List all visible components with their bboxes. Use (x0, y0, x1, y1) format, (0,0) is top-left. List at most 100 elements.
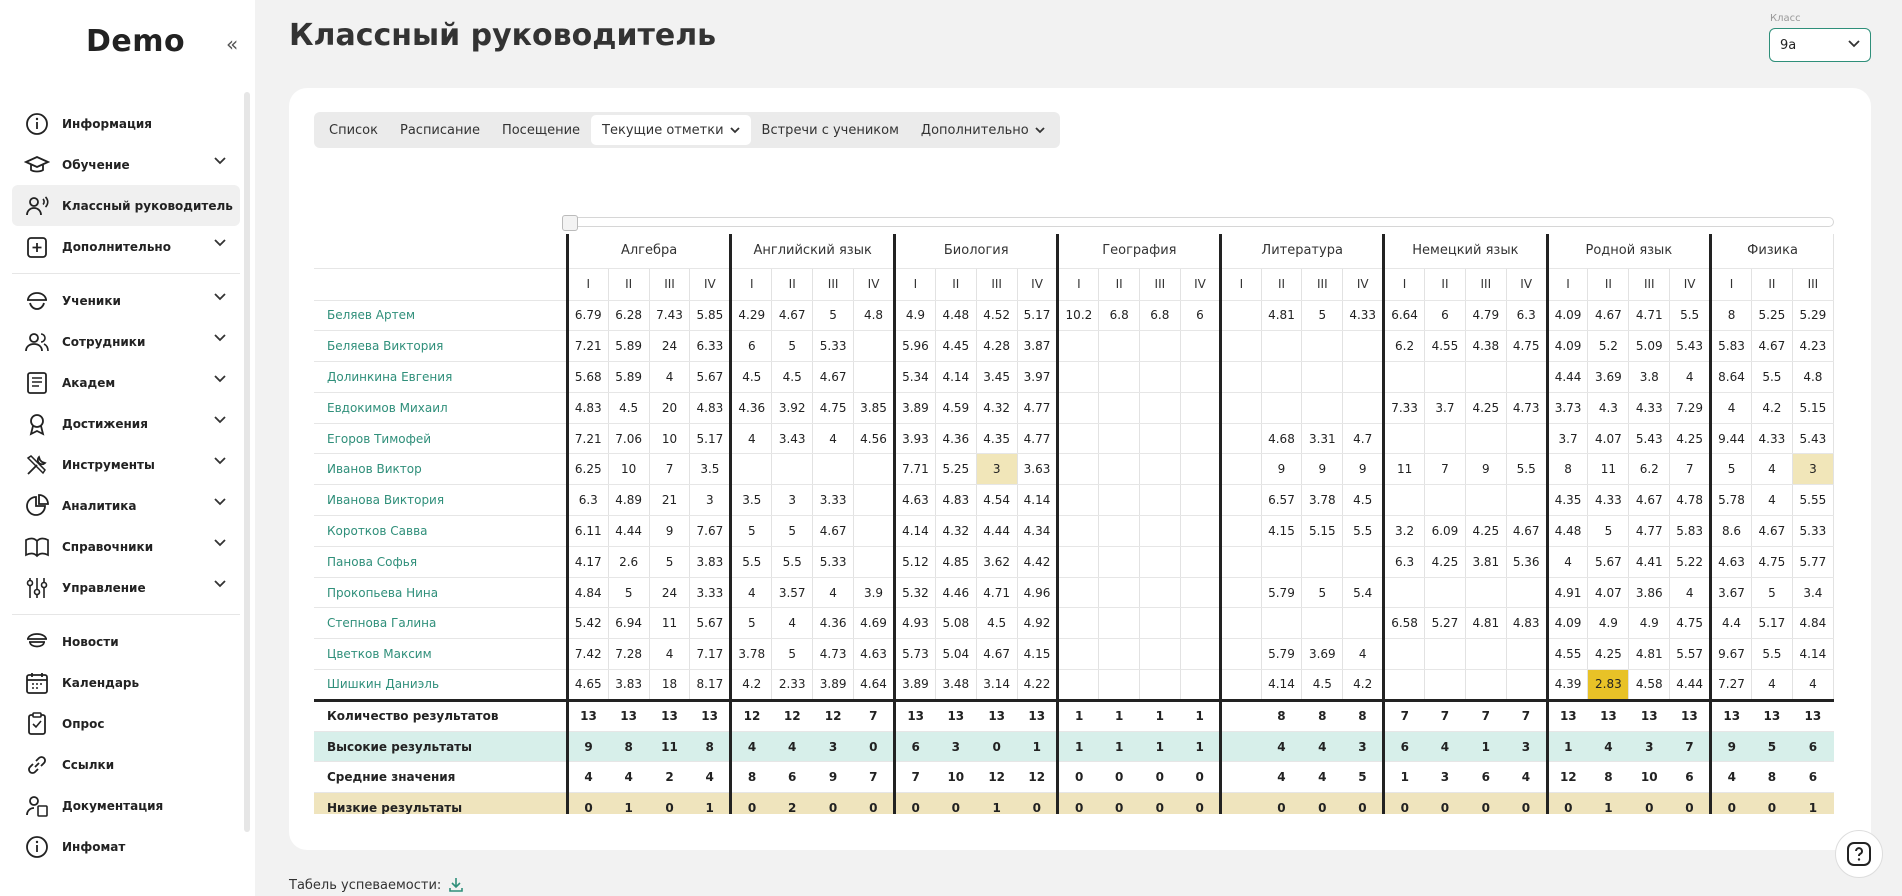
grade-cell[interactable]: 4 (1669, 361, 1712, 393)
grade-cell[interactable]: 7 (1424, 453, 1466, 486)
grade-cell[interactable] (1261, 392, 1303, 424)
grade-cell[interactable]: 4.23 (1792, 330, 1834, 363)
grade-cell[interactable]: 3.33 (689, 577, 732, 609)
grade-cell[interactable]: 4.67 (1751, 515, 1793, 547)
grade-cell[interactable]: 4.58 (1628, 669, 1671, 701)
grade-cell[interactable]: 4.7 (1342, 423, 1385, 455)
grade-cell[interactable]: 5 (1301, 577, 1344, 609)
grade-cell[interactable] (1342, 546, 1385, 578)
grade-cell[interactable]: 5.29 (1792, 300, 1834, 332)
grade-cell[interactable]: 8.64 (1709, 361, 1752, 393)
grade-cell[interactable]: 4.77 (1017, 392, 1059, 424)
grade-cell[interactable]: 5.5 (771, 546, 814, 578)
grade-cell[interactable] (853, 453, 895, 486)
grade-cell[interactable] (1056, 669, 1100, 701)
grade-cell[interactable]: 6.79 (565, 300, 609, 332)
grade-cell[interactable] (1180, 453, 1222, 486)
grade-cell[interactable]: 4.67 (1628, 484, 1671, 517)
grade-cell[interactable]: 3 (771, 484, 814, 517)
grade-cell[interactable]: 5.17 (689, 423, 732, 455)
grade-cell[interactable] (1465, 669, 1507, 701)
grade-cell[interactable]: 4.2 (1751, 392, 1793, 424)
grade-cell[interactable]: 4.32 (976, 392, 1018, 424)
grade-cell[interactable]: 4.07 (1587, 577, 1630, 609)
grade-cell[interactable]: 4.92 (1017, 607, 1059, 640)
grade-cell[interactable] (1382, 669, 1426, 701)
grade-cell[interactable] (1219, 300, 1262, 332)
grade-cell[interactable] (1465, 484, 1507, 517)
grade-cell[interactable]: 5.5 (1751, 638, 1793, 671)
grade-cell[interactable]: 4.25 (1424, 546, 1466, 578)
grade-cell[interactable]: 5 (771, 515, 814, 547)
grade-cell[interactable]: 4.52 (976, 300, 1018, 332)
grade-cell[interactable]: 4.67 (1751, 330, 1793, 363)
grade-cell[interactable]: 4 (1792, 669, 1834, 701)
grade-cell[interactable]: 3.89 (893, 669, 936, 701)
grade-cell[interactable]: 4.67 (771, 300, 814, 332)
grade-cell[interactable]: 4.71 (976, 577, 1018, 609)
grade-cell[interactable]: 5 (1709, 453, 1752, 486)
grade-cell[interactable] (1180, 577, 1222, 609)
sidebar-item-10[interactable]: Справочники (12, 526, 240, 567)
grade-cell[interactable]: 4 (1751, 453, 1793, 486)
grade-cell[interactable] (1219, 638, 1262, 671)
grade-cell[interactable]: 4.22 (1017, 669, 1059, 701)
grade-cell[interactable]: 5.43 (1669, 330, 1712, 363)
grade-cell[interactable]: 4.81 (1465, 607, 1507, 640)
grade-cell[interactable]: 4.55 (1424, 330, 1466, 363)
grade-cell[interactable]: 6.8 (1098, 300, 1141, 332)
grade-cell[interactable] (1261, 361, 1303, 393)
grade-cell[interactable]: 4.59 (935, 392, 977, 424)
grade-cell[interactable]: 4.36 (935, 423, 977, 455)
grade-cell[interactable]: 7.43 (649, 300, 691, 332)
grade-cell[interactable]: 4.09 (1545, 300, 1589, 332)
grade-cell[interactable] (1424, 423, 1466, 455)
grade-cell[interactable] (1180, 546, 1222, 578)
grade-cell[interactable]: 4.63 (853, 638, 895, 671)
grade-cell[interactable] (1098, 330, 1141, 363)
grade-cell[interactable]: 3.81 (1465, 546, 1507, 578)
grade-cell[interactable]: 3.31 (1301, 423, 1344, 455)
grade-cell[interactable]: 6.09 (1424, 515, 1466, 547)
grade-cell[interactable]: 5.83 (1669, 515, 1712, 547)
grade-cell[interactable]: 7.27 (1709, 669, 1752, 701)
grade-cell[interactable]: 4.41 (1628, 546, 1671, 578)
sidebar-item-17[interactable]: Инфомат (12, 826, 240, 867)
grade-cell[interactable]: 5.68 (565, 361, 609, 393)
sidebar-item-2[interactable]: Классный руководитель (12, 185, 240, 226)
tab-1[interactable]: Расписание (389, 115, 491, 145)
horizontal-scroll-slider[interactable] (562, 215, 1834, 231)
grade-cell[interactable]: 4.36 (812, 607, 855, 640)
student-name[interactable]: Евдокимов Михаил (314, 392, 568, 424)
grade-cell[interactable]: 5.5 (1751, 361, 1793, 393)
student-name[interactable]: Егоров Тимофей (314, 423, 568, 455)
grade-cell[interactable]: 4.42 (1017, 546, 1059, 578)
grade-cell[interactable]: 4.77 (1628, 515, 1671, 547)
grade-cell[interactable]: 4.5 (1342, 484, 1385, 517)
grade-cell[interactable]: 8.17 (689, 669, 732, 701)
grade-cell[interactable] (1382, 577, 1426, 609)
grade-cell[interactable]: 6 (1180, 300, 1222, 332)
grade-cell[interactable]: 5.25 (1751, 300, 1793, 332)
grade-cell[interactable]: 5.2 (1587, 330, 1630, 363)
grade-cell[interactable] (853, 361, 895, 393)
grade-cell[interactable]: 4.63 (893, 484, 936, 517)
grade-cell[interactable]: 4.32 (935, 515, 977, 547)
grade-cell[interactable]: 21 (649, 484, 691, 517)
grade-cell[interactable]: 5.83 (1709, 330, 1752, 363)
grade-cell[interactable]: 5.22 (1669, 546, 1712, 578)
grade-cell[interactable]: 7.21 (565, 423, 609, 455)
grade-cell[interactable]: 4.67 (1587, 300, 1630, 332)
grade-cell[interactable]: 4.15 (1261, 515, 1303, 547)
grade-cell[interactable]: 4.09 (1545, 330, 1589, 363)
student-name[interactable]: Иванов Виктор (314, 453, 568, 486)
grade-cell[interactable]: 3 (689, 484, 732, 517)
grade-cell[interactable] (1301, 330, 1344, 363)
sidebar-item-0[interactable]: Информация (12, 103, 240, 144)
grade-cell[interactable]: 7 (1669, 453, 1712, 486)
grade-cell[interactable]: 4.83 (1506, 607, 1548, 640)
grade-cell[interactable]: 3.73 (1545, 392, 1589, 424)
grade-cell[interactable]: 4.81 (1261, 300, 1303, 332)
grade-cell[interactable]: 6.2 (1382, 330, 1426, 363)
grade-cell[interactable]: 4.48 (935, 300, 977, 332)
